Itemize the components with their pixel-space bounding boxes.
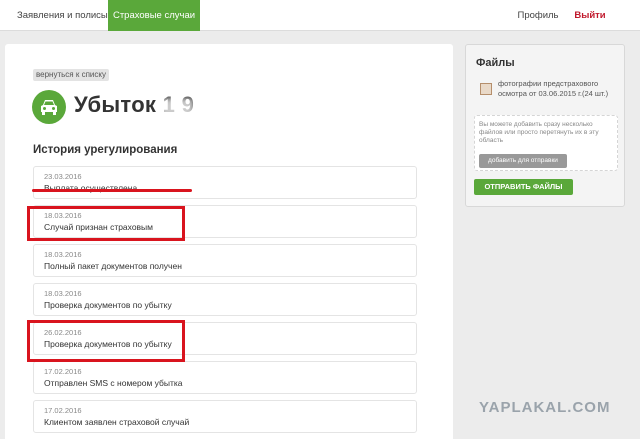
logout-link[interactable]: Выйти	[570, 0, 610, 31]
history-item: 23.03.2016 Выплата осуществлена	[33, 166, 417, 199]
redacted-claim-number	[160, 98, 194, 118]
nav-insurance-cases[interactable]: Страховые случаи	[108, 0, 200, 31]
drop-hint: Вы можете добавить сразу несколько файло…	[479, 121, 599, 144]
history-date: 18.03.2016	[44, 250, 82, 259]
history-date: 23.03.2016	[44, 172, 82, 181]
file-name: фотографии предстрахового осмотра от 03.…	[498, 79, 609, 98]
history-text: Проверка документов по убытку	[44, 300, 172, 310]
claim-panel: вернуться к списку Убыток 1 9 История ур…	[5, 44, 453, 439]
image-file-icon	[480, 83, 492, 95]
files-heading: Файлы	[476, 57, 515, 69]
history-item: 18.03.2016 Проверка документов по убытку	[33, 283, 417, 316]
history-date: 18.03.2016	[44, 289, 82, 298]
red-box-annotation	[27, 320, 185, 362]
history-text: Полный пакет документов получен	[44, 261, 182, 271]
nav-applications-and-policies[interactable]: Заявления и полисы	[8, 0, 108, 31]
files-panel: Файлы фотографии предстрахового осмотра …	[465, 44, 625, 207]
history-text: Отправлен SMS с номером убытка	[44, 378, 183, 388]
history-text: Клиентом заявлен страховой случай	[44, 417, 190, 427]
history-date: 17.02.2016	[44, 406, 82, 415]
history-item: 18.03.2016 Полный пакет документов получ…	[33, 244, 417, 277]
file-drop-zone[interactable]: Вы можете добавить сразу несколько файло…	[474, 115, 618, 171]
history-item: 17.02.2016 Клиентом заявлен страховой сл…	[33, 400, 417, 433]
red-underline-annotation	[32, 189, 192, 192]
history-item: 17.02.2016 Отправлен SMS с номером убытк…	[33, 361, 417, 394]
add-for-upload-button[interactable]: добавить для отправки	[479, 154, 567, 168]
red-box-annotation	[27, 206, 185, 241]
top-nav-bar: Заявления и полисы Страховые случаи Проф…	[0, 0, 640, 31]
file-item[interactable]: фотографии предстрахового осмотра от 03.…	[476, 79, 614, 109]
history-heading: История урегулирования	[33, 144, 178, 156]
watermark: YAPLAKAL.COM	[479, 399, 611, 416]
back-to-list-link[interactable]: вернуться к списку	[33, 69, 109, 81]
nav-profile[interactable]: Профиль	[512, 0, 564, 31]
car-icon	[32, 90, 66, 124]
send-files-button[interactable]: ОТПРАВИТЬ ФАЙЛЫ	[474, 179, 573, 195]
history-date: 17.02.2016	[44, 367, 82, 376]
